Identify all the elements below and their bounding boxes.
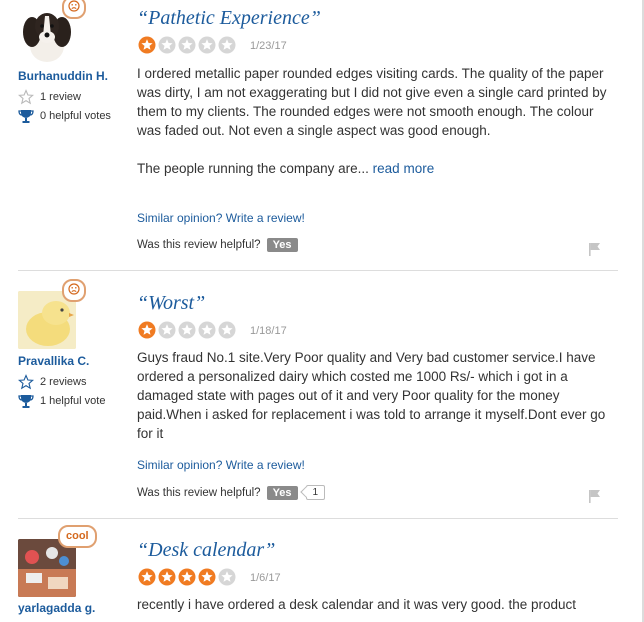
review-date: 1/6/17	[250, 572, 281, 584]
cool-badge: cool	[58, 525, 97, 548]
review-text: recently i have ordered a desk calendar …	[137, 595, 607, 614]
star-filled-icon	[198, 568, 216, 586]
star-empty-icon	[218, 568, 236, 586]
rating-stars	[138, 568, 238, 586]
star-filled-icon	[158, 568, 176, 586]
review-card: cool yarlagadda g. “Desk calendar” 1/6/1…	[0, 0, 620, 622]
review-title[interactable]: “Desk calendar”	[137, 539, 275, 562]
review-paragraph: recently i have ordered a desk calendar …	[137, 597, 577, 612]
user-name[interactable]: yarlagadda g.	[18, 601, 95, 615]
star-filled-icon	[178, 568, 196, 586]
star-filled-icon	[138, 568, 156, 586]
